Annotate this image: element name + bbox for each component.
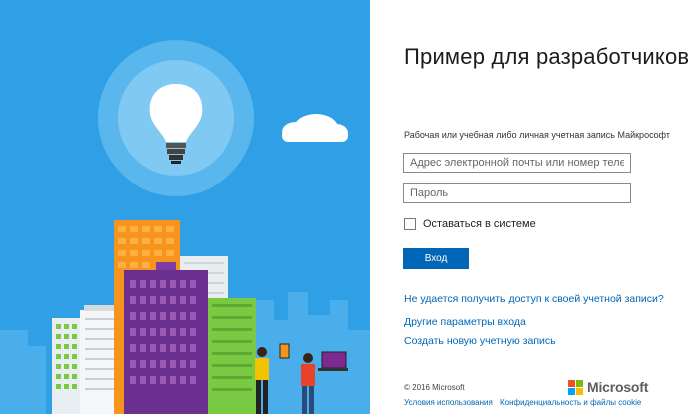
sign-in-page: Пример для разработчиков Рабочая или уче…: [0, 0, 700, 414]
password-input[interactable]: [403, 183, 631, 203]
stay-signed-in-label: Оставаться в системе: [423, 218, 536, 230]
terms-of-use-link[interactable]: Условия использования: [404, 398, 493, 407]
copyright: © 2016 Microsoft: [404, 383, 465, 392]
privacy-cookies-link[interactable]: Конфиденциальность и файлы cookie: [500, 398, 641, 407]
microsoft-logo-icon: [568, 379, 583, 395]
create-account-link[interactable]: Создать новую учетную запись: [404, 335, 556, 347]
email-input[interactable]: [403, 153, 631, 173]
cant-access-account-link[interactable]: Не удается получить доступ к своей учетн…: [404, 293, 664, 305]
microsoft-wordmark: Microsoft: [587, 379, 649, 395]
page-title: Пример для разработчиков: [404, 44, 690, 69]
city-lightbulb-illustration: [0, 0, 370, 414]
other-sign-in-options-link[interactable]: Другие параметры входа: [404, 316, 526, 328]
microsoft-logo: Microsoft: [568, 379, 648, 395]
stay-signed-in-checkbox[interactable]: [404, 218, 416, 230]
hero-illustration: [0, 0, 370, 414]
account-type-hint: Рабочая или учебная либо личная учетная …: [404, 130, 671, 140]
sign-in-panel: Пример для разработчиков Рабочая или уче…: [370, 0, 700, 414]
stay-signed-in-row[interactable]: Оставаться в системе: [404, 218, 536, 230]
sign-in-button[interactable]: Вход: [403, 248, 469, 269]
